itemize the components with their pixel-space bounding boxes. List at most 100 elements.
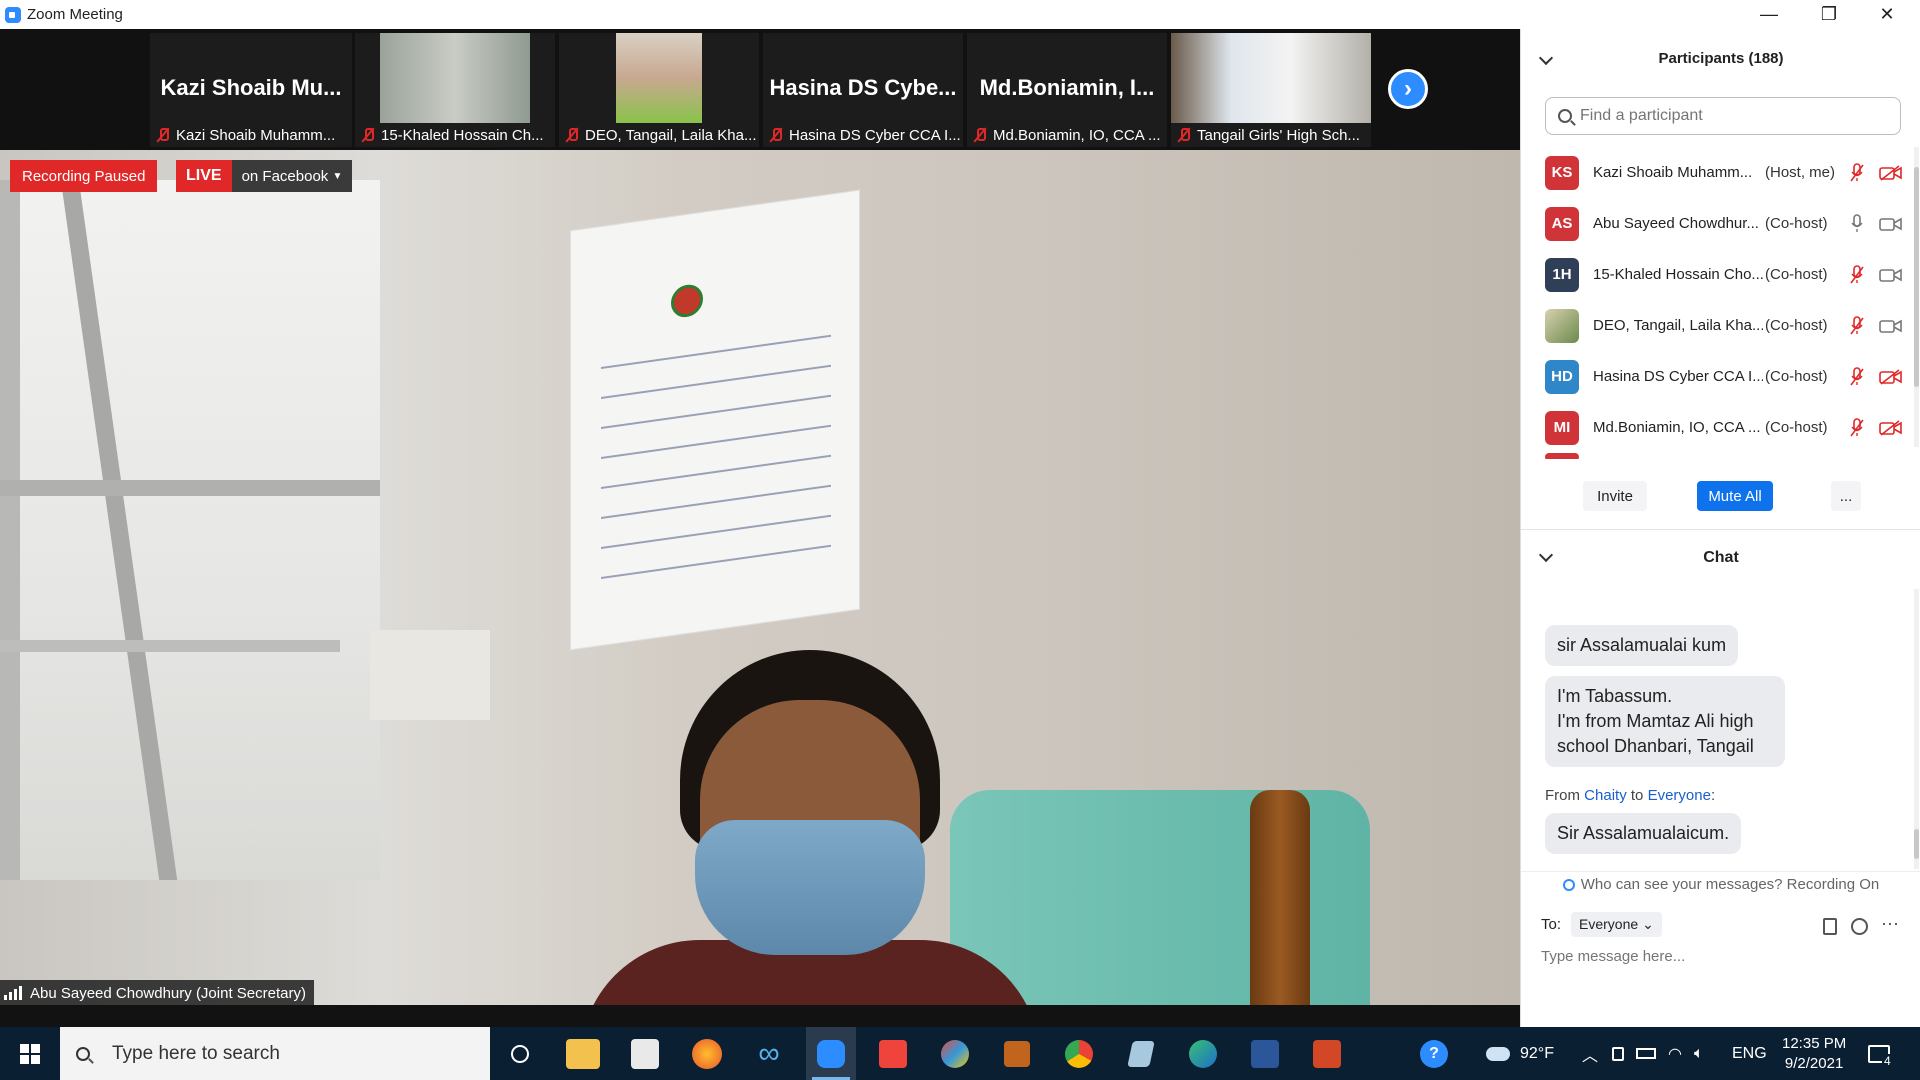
taskbar-search[interactable]: Type here to search <box>60 1027 490 1080</box>
notifications-button[interactable]: 4 <box>1868 1027 1893 1080</box>
video-tile[interactable]: Tangail Girls' High Sch... <box>1171 33 1371 147</box>
participant-row[interactable]: DEO, Tangail, Laila Kha... (Co-host) <box>1521 300 1913 351</box>
video-off-icon[interactable] <box>1879 419 1903 436</box>
mic-icon[interactable] <box>1849 213 1865 234</box>
avatar <box>1545 308 1579 343</box>
participant-row[interactable]: MI Md.Boniamin, IO, CCA ... (Co-host) <box>1521 402 1913 453</box>
video-off-icon[interactable] <box>1879 164 1903 181</box>
paint-icon[interactable] <box>930 1027 980 1080</box>
video-tile[interactable]: 15-Khaled Hossain Ch... <box>355 33 555 147</box>
zoom-icon[interactable] <box>806 1027 856 1080</box>
app-icon[interactable] <box>992 1027 1042 1080</box>
invite-button[interactable]: Invite <box>1583 481 1647 511</box>
participant-row[interactable]: AS Abu Sayeed Chowdhur... (Co-host) <box>1521 198 1913 249</box>
close-button[interactable]: ✕ <box>1858 0 1916 29</box>
chat-scrollbar[interactable] <box>1914 589 1919 869</box>
video-scene-person <box>580 650 1040 1005</box>
tile-label-text: 15-Khaled Hossain Ch... <box>381 126 544 144</box>
chat-header: Chat <box>1521 538 1920 578</box>
video-thumbnail <box>1171 33 1371 123</box>
avatar: 1H <box>1545 257 1579 292</box>
windows-taskbar: Type here to search ∞ ? 92°F ︿ ◠ 🔈︎ ENG … <box>0 1027 1920 1080</box>
participant-search-input[interactable] <box>1580 107 1880 125</box>
notes-icon[interactable] <box>1116 1027 1166 1080</box>
live-target-dropdown[interactable]: on Facebook ▼ <box>231 160 353 192</box>
chat-visibility-info[interactable]: Who can see your messages? Recording On <box>1521 871 1920 897</box>
participant-role: (Co-host) <box>1765 317 1828 334</box>
video-scene-sign <box>370 630 490 720</box>
tile-label-text: Hasina DS Cyber CCA I... <box>789 126 961 144</box>
chrome-icon[interactable] <box>1054 1027 1104 1080</box>
store-icon[interactable] <box>620 1027 670 1080</box>
participant-row[interactable]: HD Hasina DS Cyber CCA I... (Co-host) <box>1521 351 1913 402</box>
mic-muted-icon[interactable] <box>1849 264 1865 285</box>
video-tile[interactable]: DEO, Tangail, Laila Kha... <box>559 33 759 147</box>
powerpoint-icon[interactable] <box>1302 1027 1352 1080</box>
video-tile[interactable]: Hasina DS Cybe... Hasina DS Cyber CCA I.… <box>763 33 963 147</box>
live-badge: LIVE <box>176 160 232 192</box>
cortana-icon[interactable] <box>495 1027 545 1080</box>
device-icon[interactable] <box>1612 1046 1624 1061</box>
show-hidden-icons-button[interactable]: ︿ <box>1582 1027 1598 1080</box>
video-icon[interactable] <box>1879 267 1903 283</box>
participant-name: Hasina DS Cyber CCA I... <box>1593 368 1763 385</box>
participant-row[interactable]: 1H 15-Khaled Hossain Cho... (Co-host) <box>1521 249 1913 300</box>
participants-scrollbar[interactable] <box>1914 147 1919 447</box>
restore-button[interactable]: ❐ <box>1800 0 1858 29</box>
start-button[interactable] <box>0 1027 60 1080</box>
speaker-name: Abu Sayeed Chowdhury (Joint Secretary) <box>30 984 306 1002</box>
chat-recipient-selector: To: Everyone ⌄ <box>1541 909 1662 939</box>
anydesk-icon[interactable] <box>868 1027 918 1080</box>
file-icon[interactable] <box>1823 918 1837 935</box>
video-tile[interactable]: Kazi Shoaib Mu... Kazi Shoaib Muhamm... <box>150 33 352 147</box>
side-panel: Participants (188) KS Kazi Shoaib Muhamm… <box>1520 29 1920 1027</box>
tile-label-text: DEO, Tangail, Laila Kha... <box>585 126 757 144</box>
recording-status-button[interactable]: Recording Paused <box>10 160 158 192</box>
video-icon[interactable] <box>1879 318 1903 334</box>
video-icon[interactable] <box>1879 216 1903 232</box>
chat-message-input[interactable] <box>1541 941 1901 971</box>
mic-muted-icon[interactable] <box>1849 417 1865 438</box>
help-icon[interactable]: ? <box>1420 1027 1448 1080</box>
edge-icon[interactable] <box>1178 1027 1228 1080</box>
word-icon[interactable] <box>1240 1027 1290 1080</box>
participants-title: Participants (188) <box>1658 49 1784 67</box>
mute-all-button[interactable]: Mute All <box>1697 481 1773 511</box>
participant-name: 15-Khaled Hossain Cho... <box>1593 266 1763 283</box>
avatar: MI <box>1545 410 1579 445</box>
emoji-icon[interactable] <box>1851 918 1868 935</box>
infinity-icon[interactable]: ∞ <box>744 1027 794 1080</box>
participant-row[interactable] <box>1521 453 1913 459</box>
wifi-icon[interactable]: ◠ <box>1668 1044 1682 1064</box>
next-page-button[interactable]: › <box>1388 69 1428 109</box>
live-stream-control[interactable]: LIVE on Facebook ▼ <box>176 160 353 192</box>
file-explorer-icon[interactable] <box>558 1027 608 1080</box>
video-off-icon[interactable] <box>1879 368 1903 385</box>
more-icon[interactable]: ⋯ <box>1881 914 1899 935</box>
mic-muted-icon[interactable] <box>1849 162 1865 183</box>
mic-muted-icon[interactable] <box>1849 366 1865 387</box>
collapse-chevron-icon[interactable] <box>1538 50 1554 66</box>
collapse-chevron-icon[interactable] <box>1538 547 1554 563</box>
active-speaker-label: Abu Sayeed Chowdhury (Joint Secretary) <box>0 980 314 1006</box>
participants-list: KS Kazi Shoaib Muhamm... (Host, me) AS A… <box>1521 147 1913 459</box>
tile-label: Tangail Girls' High Sch... <box>1171 123 1371 147</box>
clock[interactable]: 12:35 PM 9/2/2021 <box>1782 1027 1846 1080</box>
firefox-icon[interactable] <box>682 1027 732 1080</box>
participant-search[interactable] <box>1545 97 1901 135</box>
sender-name[interactable]: Chaity <box>1584 787 1627 804</box>
video-scene-frame <box>0 180 20 880</box>
video-tile[interactable]: Md.Boniamin, I... Md.Boniamin, IO, CCA .… <box>967 33 1167 147</box>
mic-muted-icon[interactable] <box>1849 315 1865 336</box>
weather-widget[interactable]: 92°F <box>1486 1027 1554 1080</box>
volume-icon[interactable]: 🔈︎ <box>1694 1045 1704 1063</box>
battery-icon[interactable] <box>1636 1048 1656 1059</box>
recipient-dropdown[interactable]: Everyone ⌄ <box>1571 911 1662 937</box>
board-line <box>601 364 831 400</box>
more-options-button[interactable]: ... <box>1831 481 1861 511</box>
minimize-button[interactable]: — <box>1740 0 1798 29</box>
language-indicator[interactable]: ENG <box>1732 1027 1767 1080</box>
recipient-name[interactable]: Everyone <box>1648 787 1711 804</box>
participant-row[interactable]: KS Kazi Shoaib Muhamm... (Host, me) <box>1521 147 1913 198</box>
tile-label-text: Kazi Shoaib Muhamm... <box>176 126 336 144</box>
